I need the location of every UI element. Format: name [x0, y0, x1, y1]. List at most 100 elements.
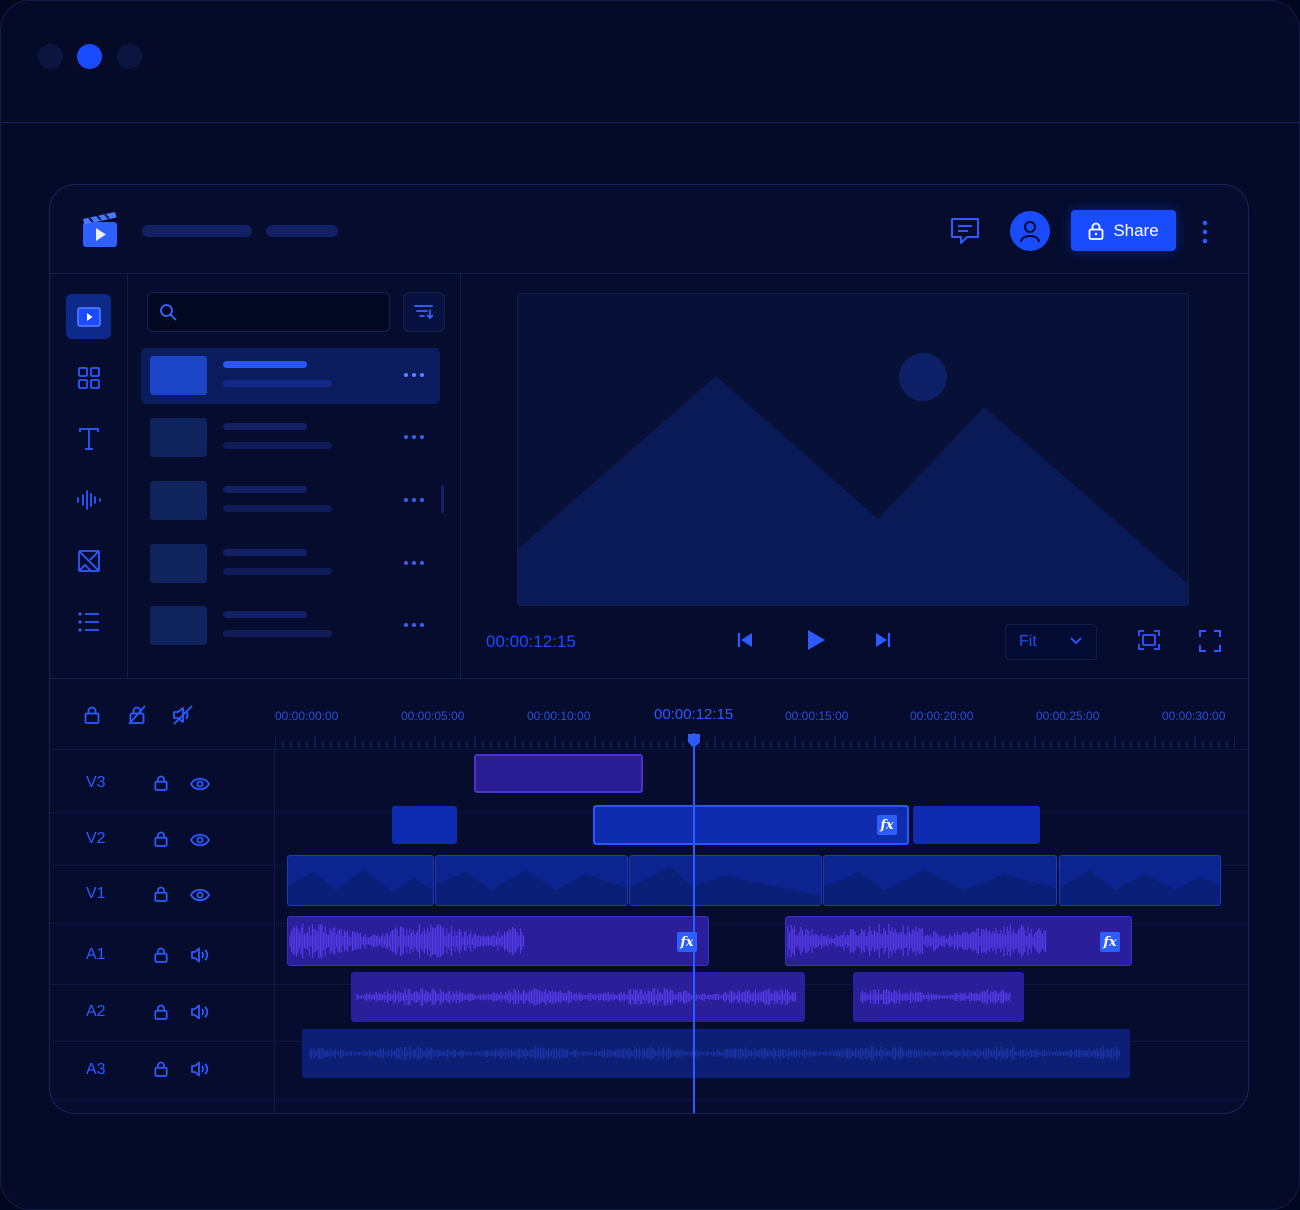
- media-panel: [128, 273, 461, 678]
- video-clip[interactable]: [1059, 855, 1221, 906]
- track-header-v3: V3: [50, 749, 274, 812]
- lock-all-icon[interactable]: [84, 706, 100, 724]
- unlock-icon[interactable]: [128, 705, 146, 725]
- video-clip[interactable]: [435, 855, 628, 906]
- media-item[interactable]: [141, 410, 440, 466]
- zoom-select[interactable]: Fit: [1005, 624, 1097, 660]
- tool-text[interactable]: [66, 416, 111, 461]
- audio-clip[interactable]: [853, 972, 1024, 1022]
- window-minimize-dot[interactable]: [77, 44, 102, 69]
- more-horizontal-icon[interactable]: [403, 560, 425, 566]
- playhead-line: [693, 733, 695, 1113]
- text-icon: [78, 427, 99, 450]
- sort-filter-button[interactable]: [403, 292, 445, 332]
- clip-thumbnail: [288, 870, 433, 905]
- media-title-placeholder: [223, 361, 307, 368]
- lock-icon[interactable]: [154, 1004, 168, 1020]
- lock-icon: [1088, 222, 1104, 240]
- eye-icon[interactable]: [190, 777, 210, 791]
- audio-clip[interactable]: fx: [287, 916, 709, 966]
- tool-rail: [50, 273, 128, 678]
- media-item[interactable]: [141, 348, 440, 404]
- ruler-label: 00:00:25:00: [1036, 709, 1100, 723]
- share-button[interactable]: Share: [1071, 210, 1176, 251]
- video-clip[interactable]: [629, 855, 822, 906]
- media-title-placeholder: [223, 611, 307, 618]
- audio-clip[interactable]: [351, 972, 805, 1022]
- audio-clip[interactable]: fx: [785, 916, 1132, 966]
- media-thumbnail: [150, 481, 207, 520]
- more-horizontal-icon[interactable]: [403, 497, 425, 503]
- play-icon[interactable]: [805, 628, 827, 652]
- lock-icon[interactable]: [154, 886, 168, 902]
- media-thumbnail: [150, 606, 207, 645]
- track-name: V2: [86, 830, 106, 847]
- media-search-input[interactable]: [147, 292, 390, 332]
- video-editor: Share 00:00:12:15 Fit 00:00:00:00 00:00:…: [49, 184, 1249, 1114]
- window-close-dot[interactable]: [38, 44, 63, 69]
- project-title-placeholder: [142, 225, 252, 237]
- video-clip-selected[interactable]: fx: [593, 805, 909, 845]
- media-meta-placeholder: [223, 630, 332, 637]
- eye-icon[interactable]: [190, 888, 210, 902]
- fx-badge[interactable]: fx: [877, 815, 897, 835]
- video-clip[interactable]: [287, 855, 434, 906]
- clip-thumbnail: [436, 870, 627, 905]
- media-item[interactable]: [141, 473, 440, 529]
- playhead-handle[interactable]: [687, 733, 701, 749]
- media-item[interactable]: [141, 598, 440, 654]
- audio-waveform: [289, 923, 525, 959]
- tool-list[interactable]: [66, 599, 111, 644]
- tool-transitions[interactable]: [66, 538, 111, 583]
- more-horizontal-icon[interactable]: [403, 622, 425, 628]
- zoom-select-value: Fit: [1019, 633, 1037, 650]
- lock-icon[interactable]: [154, 947, 168, 963]
- eye-icon[interactable]: [190, 833, 210, 847]
- volume-icon[interactable]: [190, 1061, 210, 1077]
- fullscreen-icon[interactable]: [1199, 630, 1221, 652]
- media-meta-placeholder: [223, 568, 332, 575]
- ruler-label: 00:00:00:00: [275, 709, 339, 723]
- user-avatar[interactable]: [1010, 211, 1050, 251]
- track-header-v1: V1: [50, 865, 274, 923]
- audio-clip[interactable]: [302, 1029, 1130, 1078]
- video-play-icon: [76, 306, 101, 327]
- media-scrollbar[interactable]: [441, 485, 444, 513]
- lock-icon[interactable]: [154, 831, 168, 847]
- window-maximize-dot[interactable]: [117, 44, 142, 69]
- tool-templates[interactable]: [66, 355, 111, 400]
- clapperboard-play-icon[interactable]: [80, 209, 120, 249]
- tool-media[interactable]: [66, 294, 111, 339]
- volume-icon[interactable]: [190, 947, 210, 963]
- transition-icon: [77, 549, 100, 572]
- more-horizontal-icon[interactable]: [403, 372, 425, 378]
- more-vertical-icon[interactable]: [1199, 219, 1211, 245]
- mute-icon[interactable]: [172, 705, 194, 725]
- ruler-label: 00:00:05:00: [401, 709, 465, 723]
- audio-waveform: [860, 989, 1011, 1005]
- fx-badge[interactable]: fx: [1100, 932, 1120, 952]
- video-preview[interactable]: [517, 293, 1189, 606]
- video-clip[interactable]: [474, 754, 643, 793]
- media-item[interactable]: [141, 536, 440, 592]
- track-name: V1: [86, 885, 106, 902]
- lock-icon[interactable]: [154, 1061, 168, 1077]
- video-clip[interactable]: [823, 855, 1057, 906]
- skip-forward-icon[interactable]: [874, 631, 892, 649]
- audio-waveform: [309, 1046, 1121, 1061]
- comment-icon[interactable]: [949, 215, 981, 247]
- video-clip[interactable]: [392, 806, 457, 844]
- search-icon: [160, 304, 177, 321]
- tool-audio[interactable]: [66, 477, 111, 522]
- safe-area-icon[interactable]: [1137, 629, 1161, 651]
- share-button-label: Share: [1113, 220, 1159, 240]
- media-title-placeholder: [223, 423, 307, 430]
- video-clip[interactable]: [913, 806, 1040, 844]
- audio-wave-icon: [76, 489, 101, 510]
- more-horizontal-icon[interactable]: [403, 434, 425, 440]
- skip-back-icon[interactable]: [736, 631, 754, 649]
- current-timecode: 00:00:12:15: [486, 632, 576, 651]
- volume-icon[interactable]: [190, 1004, 210, 1020]
- track-header-a2: A2: [50, 984, 274, 1041]
- lock-icon[interactable]: [154, 775, 168, 791]
